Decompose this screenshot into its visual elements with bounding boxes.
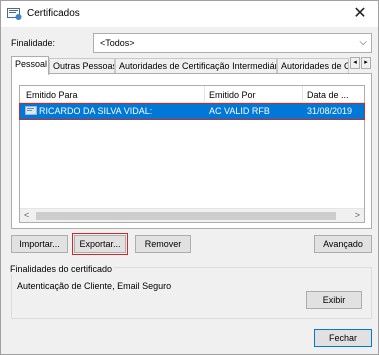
cell-issued-by: AC VALID RFB [209, 106, 270, 116]
scrollbar-thumb[interactable] [36, 212, 336, 220]
cell-issued-to: RICARDO DA SILVA VIDAL: [39, 106, 153, 116]
column-separator[interactable] [204, 86, 205, 102]
advanced-button[interactable]: Avançado [314, 235, 372, 253]
tab-strip: Pessoal Outras Pessoas Autoridades de Ce… [11, 56, 372, 75]
scroll-right-icon[interactable]: > [355, 210, 360, 220]
purpose-select-value: <Todos> [100, 38, 135, 48]
scroll-left-icon[interactable]: ◂ [350, 57, 360, 69]
tab-root-authorities[interactable]: Autoridades de Ce [277, 58, 349, 74]
import-button[interactable]: Importar... [11, 235, 68, 253]
window-title: Certificados [27, 8, 80, 19]
column-issued-to[interactable]: Emitido Para [26, 90, 78, 100]
purpose-select[interactable]: <Todos> ⌵ [93, 33, 372, 53]
tab-intermediate-authorities[interactable]: Autoridades de Certificação Intermediári… [115, 58, 277, 74]
purposes-value: Autenticação de Cliente, Email Seguro [17, 281, 172, 291]
column-expiration[interactable]: Data de ... [307, 90, 349, 100]
tab-panel-personal: Emitido Para Emitido Por Data de ... RIC… [11, 73, 372, 229]
scroll-right-icon[interactable]: ▸ [361, 57, 371, 69]
tab-personal[interactable]: Pessoal [11, 56, 49, 75]
view-button[interactable]: Exibir [306, 291, 362, 309]
title-bar: Certificados ✕ [1, 1, 378, 27]
certificates-dialog: Certificados ✕ Finalidade: <Todos> ⌵ Pes… [0, 0, 379, 355]
certificate-icon [25, 106, 37, 115]
remove-button[interactable]: Remover [135, 235, 191, 253]
export-button[interactable]: Exportar... [72, 233, 128, 255]
column-issued-by[interactable]: Emitido Por [209, 90, 256, 100]
cell-expiration: 31/08/2019 [307, 106, 353, 116]
horizontal-scrollbar[interactable]: < > [20, 208, 364, 222]
chevron-down-icon: ⌵ [359, 37, 367, 48]
list-header: Emitido Para Emitido Por Data de ... [20, 86, 364, 103]
certificate-icon [7, 8, 22, 20]
purposes-title: Finalidades do certificado [8, 264, 115, 274]
purpose-label: Finalidade: [11, 38, 56, 48]
certificate-row[interactable]: RICARDO DA SILVA VIDAL: AC VALID RFB 31/… [19, 103, 365, 120]
tab-other-people[interactable]: Outras Pessoas [49, 58, 115, 74]
scroll-left-icon[interactable]: < [24, 210, 29, 220]
close-icon[interactable]: ✕ [342, 1, 378, 27]
column-separator[interactable] [302, 86, 303, 102]
certificate-list[interactable]: Emitido Para Emitido Por Data de ... RIC… [19, 85, 365, 223]
close-button[interactable]: Fechar [314, 329, 372, 347]
